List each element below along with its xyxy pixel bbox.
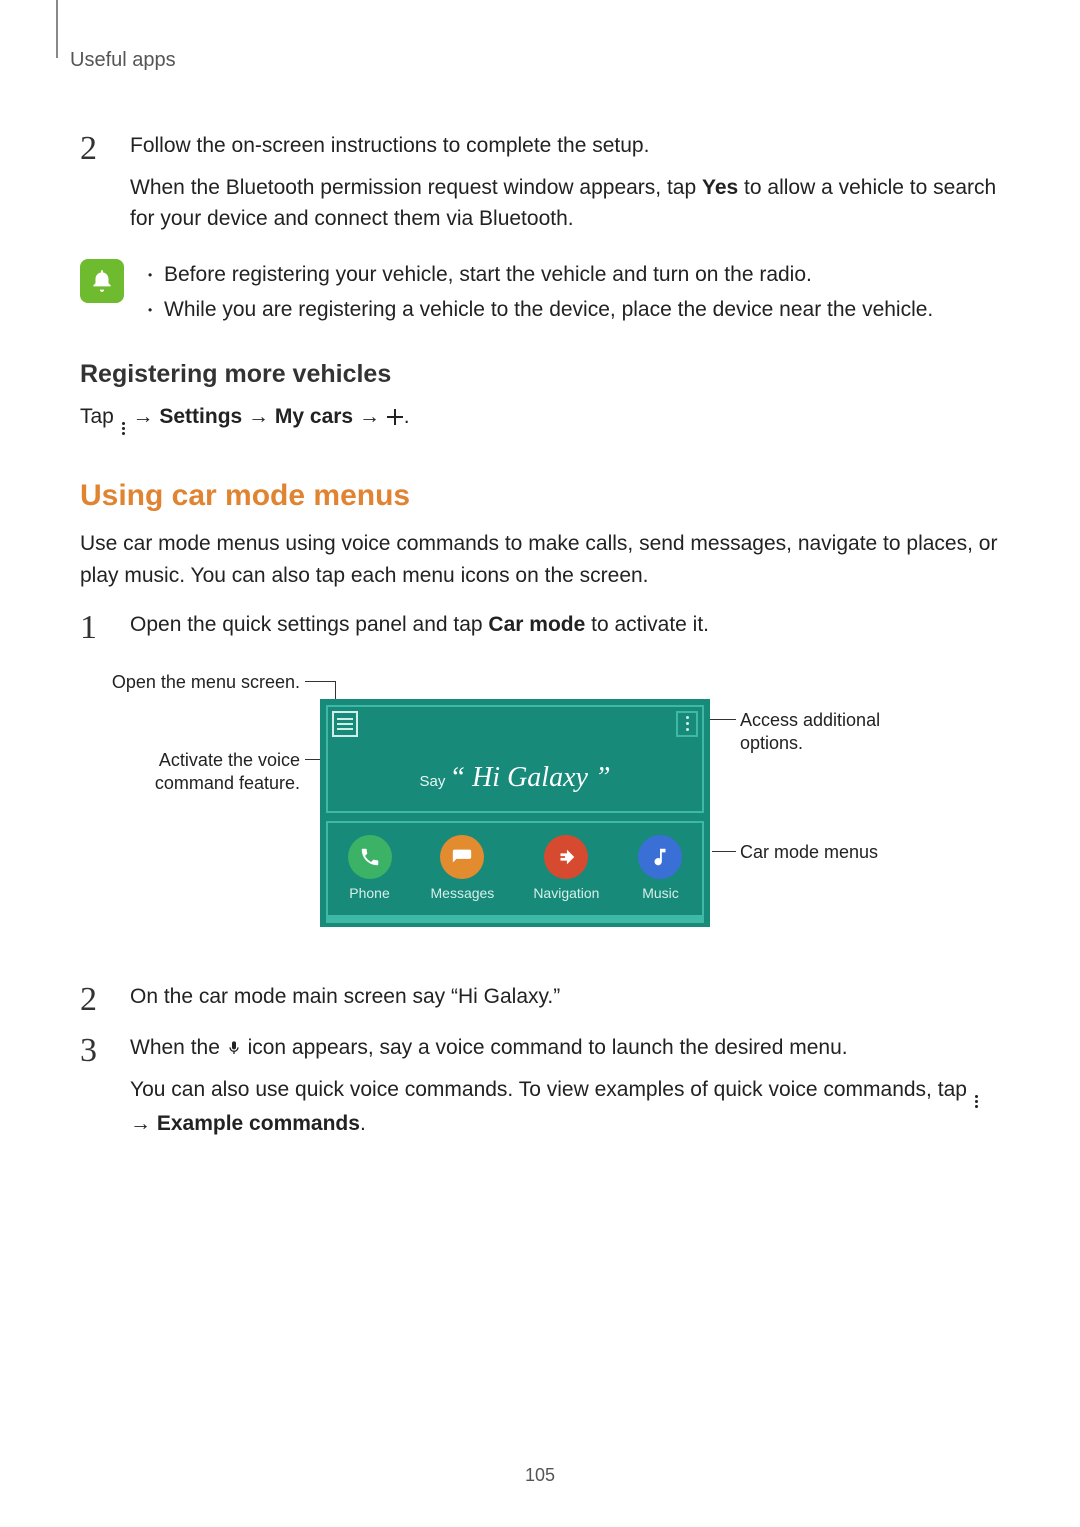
messages-icon: [440, 835, 484, 879]
step-number: 3: [80, 1032, 112, 1149]
say-prompt: Say “ Hi Galaxy ”: [328, 757, 702, 799]
step-1: 1 Open the quick settings panel and tap …: [80, 609, 1000, 651]
step-3: 3 When the icon appears, say a voice com…: [80, 1032, 1000, 1149]
car-mode-intro: Use car mode menus using voice commands …: [80, 528, 1000, 591]
step-number: 2: [80, 130, 112, 245]
step-number: 2: [80, 981, 112, 1023]
note-list: Before registering your vehicle, start t…: [144, 259, 1000, 330]
car-mode-menus: Phone Messages Navigation: [326, 821, 704, 917]
mic-icon: [226, 1036, 242, 1059]
messages-menu[interactable]: Messages: [431, 835, 495, 904]
leader-line: [712, 851, 736, 852]
plus-icon: [386, 408, 404, 426]
more-icon: [122, 422, 125, 435]
navigation-icon: [544, 835, 588, 879]
step-2b: 2 On the car mode main screen say “Hi Ga…: [80, 981, 1000, 1023]
bottom-strip: [326, 917, 704, 923]
car-mode-diagram: Open the menu screen. Activate the voice…: [120, 671, 940, 951]
step2-line1: Follow the on-screen instructions to com…: [130, 130, 1000, 162]
step3-line1: When the icon appears, say a voice comma…: [130, 1032, 1000, 1064]
music-icon: [638, 835, 682, 879]
subheading-registering: Registering more vehicles: [80, 356, 1000, 394]
section-category: Useful apps: [70, 45, 1000, 75]
step2-line2: When the Bluetooth permission request wi…: [130, 172, 1000, 235]
note-item: Before registering your vehicle, start t…: [144, 259, 1000, 291]
leader-line: [708, 719, 736, 720]
callout-activate-voice: Activate the voice command feature.: [100, 749, 300, 796]
callout-open-menu: Open the menu screen.: [110, 671, 300, 694]
leader-line: [305, 681, 335, 682]
callout-access-options: Access additional options.: [740, 709, 940, 756]
topbar-region: Say “ Hi Galaxy ”: [326, 705, 704, 813]
navigation-menu[interactable]: Navigation: [533, 835, 599, 904]
callout-car-menus: Car mode menus: [740, 841, 940, 864]
menu-button[interactable]: [332, 711, 358, 737]
page-number: 105: [0, 1462, 1080, 1489]
page-content: Useful apps 2 Follow the on-screen instr…: [0, 0, 1080, 1199]
more-options-button[interactable]: [676, 711, 698, 737]
car-mode-screen: Say “ Hi Galaxy ” Phone Messages: [320, 699, 710, 927]
note-box: Before registering your vehicle, start t…: [80, 259, 1000, 330]
phone-menu[interactable]: Phone: [348, 835, 392, 904]
note-bell-icon: [80, 259, 124, 303]
step-number: 1: [80, 609, 112, 651]
step-2: 2 Follow the on-screen instructions to c…: [80, 130, 1000, 245]
step3-line2: You can also use quick voice commands. T…: [130, 1074, 1000, 1140]
header-divider: [56, 0, 58, 58]
step1-line: Open the quick settings panel and tap Ca…: [130, 609, 1000, 641]
heading-car-mode: Using car mode menus: [80, 473, 1000, 518]
phone-icon: [348, 835, 392, 879]
music-menu[interactable]: Music: [638, 835, 682, 904]
step2b-line: On the car mode main screen say “Hi Gala…: [130, 981, 1000, 1013]
register-path: Tap → Settings → My cars → .: [80, 401, 1000, 435]
more-icon: [975, 1095, 978, 1108]
note-item: While you are registering a vehicle to t…: [144, 294, 1000, 326]
